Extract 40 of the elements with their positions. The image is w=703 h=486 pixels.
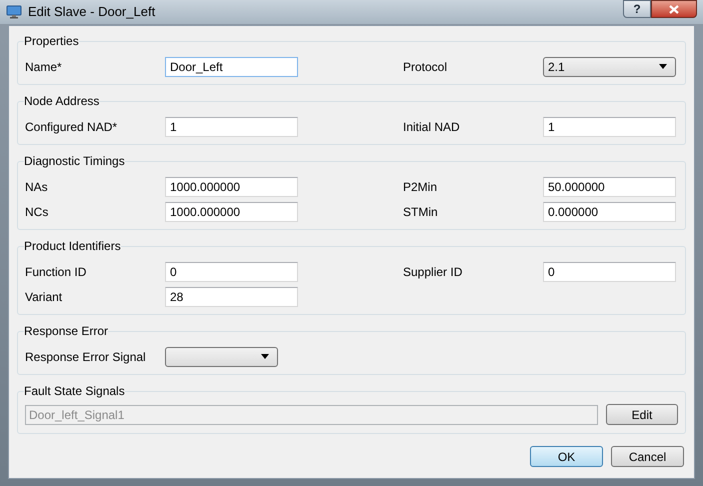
input-field[interactable]: 1000.000000 [165,202,298,222]
input-field[interactable]: 1 [543,116,676,136]
dropdown[interactable]: 2.1 [543,56,676,76]
field-label: Variant [25,288,64,306]
input-field[interactable]: 0 [165,262,298,282]
field-label: Supplier ID [403,264,464,280]
input-field[interactable]: 1 [165,116,298,136]
window-title: Edit Slave - Door_Left [28,3,156,22]
field-label: STMin [403,204,439,220]
group-title: Node Address [24,93,100,110]
input-field[interactable]: Door_Left [165,56,298,76]
field-label: Initial NAD [403,118,461,136]
monitor-icon [6,5,22,19]
help-button[interactable]: ? [623,0,651,18]
dropdown[interactable] [165,346,278,366]
field-label: Configured NAD* [25,118,118,136]
dialog-button[interactable]: Cancel [611,446,684,467]
caret-icon [261,354,269,359]
group-title: Response Error [24,323,108,340]
field-label: Function ID [25,264,88,280]
close-button[interactable] [651,0,697,18]
group-title: Properties [24,33,79,50]
field-label: NCs [25,204,50,220]
field-label: Protocol [403,58,448,76]
close-icon [669,4,679,14]
group-title: Diagnostic Timings [24,153,125,170]
dialog-button[interactable]: OK [530,446,603,467]
input-field[interactable]: 0 [543,262,676,282]
input-field[interactable]: 1000.000000 [165,176,298,196]
field-label: Response Error Signal [25,348,147,366]
group-title: Fault State Signals [24,383,125,400]
group-title: Product Identifiers [24,238,121,255]
input-field[interactable]: 50.000000 [543,176,676,196]
input-field[interactable]: 28 [165,286,298,306]
field-label: Name* [25,58,63,76]
dropdown-value: 2.1 [548,58,565,76]
caret-icon [659,64,667,69]
field-label: NAs [25,178,49,196]
input-field[interactable]: 0.000000 [543,202,676,222]
field-label: P2Min [403,178,438,196]
